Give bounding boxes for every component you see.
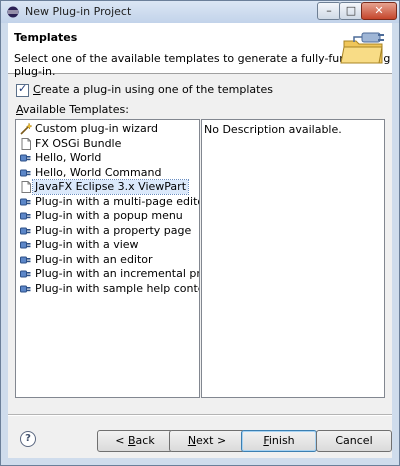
plugin-folder-icon [340,32,384,64]
back-button[interactable]: < Back [97,430,173,452]
template-item-label: Plug-in with a property page [35,223,192,237]
help-icon[interactable]: ? [20,431,36,447]
template-item-label: Plug-in with sample help content [35,281,200,295]
plugin-icon [20,167,32,179]
dialog-window: New Plug-in Project – □ ✕ Templates Sele… [0,0,400,466]
plugin-icon [20,225,32,237]
maximize-button[interactable]: □ [339,2,363,20]
document-icon [20,137,32,150]
template-item-label: Plug-in with a popup menu [35,209,183,222]
cancel-button[interactable]: Cancel [316,430,392,452]
minimize-icon: – [326,4,332,17]
create-from-template-label[interactable]: Create a plug-in using one of the templa… [33,83,273,96]
button-bar-separator [8,414,392,416]
templates-list[interactable]: Custom plug-in wizard FX OSGi Bundle Hello… [15,119,200,398]
page-description: Select one of the available templates to… [14,52,391,78]
close-icon: ✕ [374,4,384,17]
template-item-label: Plug-in with a view [35,238,139,251]
template-description-panel: No Description available. [201,119,385,398]
checkbox-label-mnemonic: C [33,83,41,96]
next-mnemonic: N [187,434,197,447]
title-bar[interactable]: New Plug-in Project – □ ✕ [1,1,399,23]
next-label: ext > [196,434,227,447]
plugin-icon [20,239,32,251]
dialog-body: Templates Select one of the available te… [8,23,392,458]
document-icon [20,181,32,193]
template-item-label: FX OSGi Bundle [35,136,122,150]
plugin-icon [20,268,32,280]
finish-label: inish [268,434,295,447]
checkbox-label-text: reate a plug-in using one of the templat… [40,83,273,96]
window-title: New Plug-in Project [25,5,132,18]
wand-icon [20,122,33,135]
template-description-text: No Description available. [204,123,342,136]
template-item-label: Plug-in with an incremental project buil… [35,267,199,280]
template-item-label: Custom plug-in wizard [35,122,159,135]
back-mnemonic: B [128,434,136,447]
available-label-mnemonic: A [16,103,23,116]
next-button[interactable]: Next > [169,430,245,452]
template-item-label: Plug-in with an editor [35,252,153,266]
template-item-label: Hello, World Command [35,165,162,179]
create-from-template-checkbox[interactable] [16,82,29,97]
maximize-icon: □ [345,4,357,17]
page-title: Templates [14,31,78,44]
finish-button[interactable]: Finish [241,430,317,452]
plugin-icon [20,152,32,164]
wizard-header: Templates Select one of the available te… [8,23,392,78]
back-label: ack [135,434,155,447]
plugin-icon [20,254,32,266]
plugin-icon [20,210,32,222]
close-button[interactable]: ✕ [361,2,397,20]
available-templates-label: Available Templates: [16,103,129,116]
back-prefix: < [115,434,128,447]
eclipse-icon [7,6,19,18]
template-item-label: Hello, World [35,151,102,164]
template-item-label: JavaFX Eclipse 3.x ViewPart [31,179,190,195]
available-label-text: vailable Templates: [22,103,129,116]
plugin-icon [20,283,32,295]
template-item-label: Plug-in with a multi-page editor [35,194,200,208]
minimize-button[interactable]: – [317,2,341,20]
plugin-icon [20,196,32,208]
